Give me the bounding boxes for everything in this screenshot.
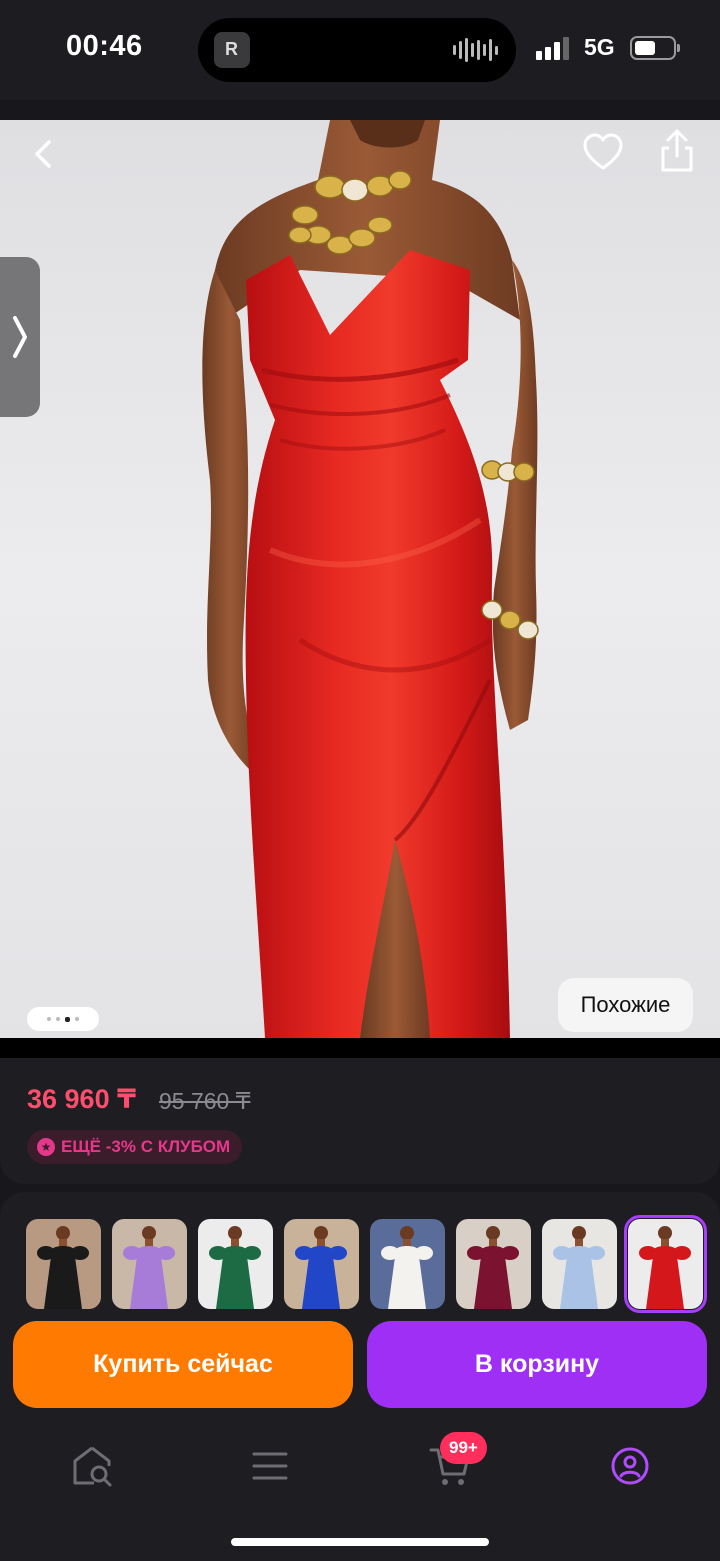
pagination-dot [56, 1017, 60, 1021]
dynamic-island [198, 18, 516, 82]
current-price: 36 960 ₸ [27, 1084, 136, 1114]
variant-thumb-green-dress[interactable] [198, 1219, 273, 1309]
variant-thumb-black-dress[interactable] [26, 1219, 101, 1309]
star-icon: ★ [37, 1138, 55, 1156]
divider [0, 1038, 720, 1058]
variant-thumb-lilac-dress[interactable] [112, 1219, 187, 1309]
variant-thumb-blue-dress[interactable] [284, 1219, 359, 1309]
share-icon [661, 129, 693, 172]
audio-wave-icon [453, 38, 498, 62]
buy-now-button[interactable]: Купить сейчас [13, 1321, 353, 1408]
variant-thumb-light-blue-dress[interactable] [542, 1219, 617, 1309]
product-photo [202, 120, 539, 1038]
price-card: 36 960 ₸ 95 760 ₸ ★ ЕЩЁ -3% С КЛУБОМ [0, 1058, 720, 1184]
heart-icon [583, 133, 623, 170]
share-button[interactable] [656, 128, 698, 174]
battery-icon [630, 36, 680, 60]
now-playing-app-icon [214, 32, 250, 68]
back-button[interactable] [24, 134, 64, 174]
status-bar: 00:46 5G [0, 0, 720, 100]
variant-thumb-white-dress[interactable] [370, 1219, 445, 1309]
add-to-cart-button[interactable]: В корзину [367, 1321, 707, 1408]
club-discount-badge[interactable]: ★ ЕЩЁ -3% С КЛУБОМ [27, 1130, 243, 1164]
old-price: 95 760 ₸ [159, 1088, 251, 1114]
nav-home-search[interactable] [70, 1444, 114, 1488]
pagination-dot [65, 1016, 70, 1022]
chevron-left-icon [35, 140, 51, 168]
side-panel-tab[interactable] [0, 257, 40, 417]
product-gallery[interactable]: Похожие [0, 120, 720, 1038]
cellular-signal-icon [536, 36, 569, 60]
pagination-dot [47, 1017, 51, 1021]
pagination-dot [75, 1017, 79, 1021]
variant-thumb-red-dress[interactable] [624, 1215, 707, 1313]
variant-thumb-burgundy-dress[interactable] [456, 1219, 531, 1309]
club-discount-label: ЕЩЁ -3% С КЛУБОМ [61, 1137, 231, 1156]
nav-profile[interactable] [608, 1444, 652, 1488]
nav-catalog[interactable] [248, 1444, 292, 1488]
home-search-icon [73, 1446, 112, 1487]
similar-button[interactable]: Похожие [558, 978, 693, 1032]
catalog-menu-icon [252, 1452, 288, 1480]
gallery-pagination [27, 1007, 99, 1031]
cart-count-badge: 99+ [440, 1432, 487, 1464]
profile-icon [611, 1447, 649, 1485]
favorite-button[interactable] [582, 132, 624, 174]
home-indicator[interactable] [231, 1538, 489, 1546]
color-variants [26, 1215, 707, 1313]
chevron-right-icon [13, 316, 27, 358]
network-type: 5G [584, 34, 615, 60]
status-time: 00:46 [66, 30, 143, 62]
